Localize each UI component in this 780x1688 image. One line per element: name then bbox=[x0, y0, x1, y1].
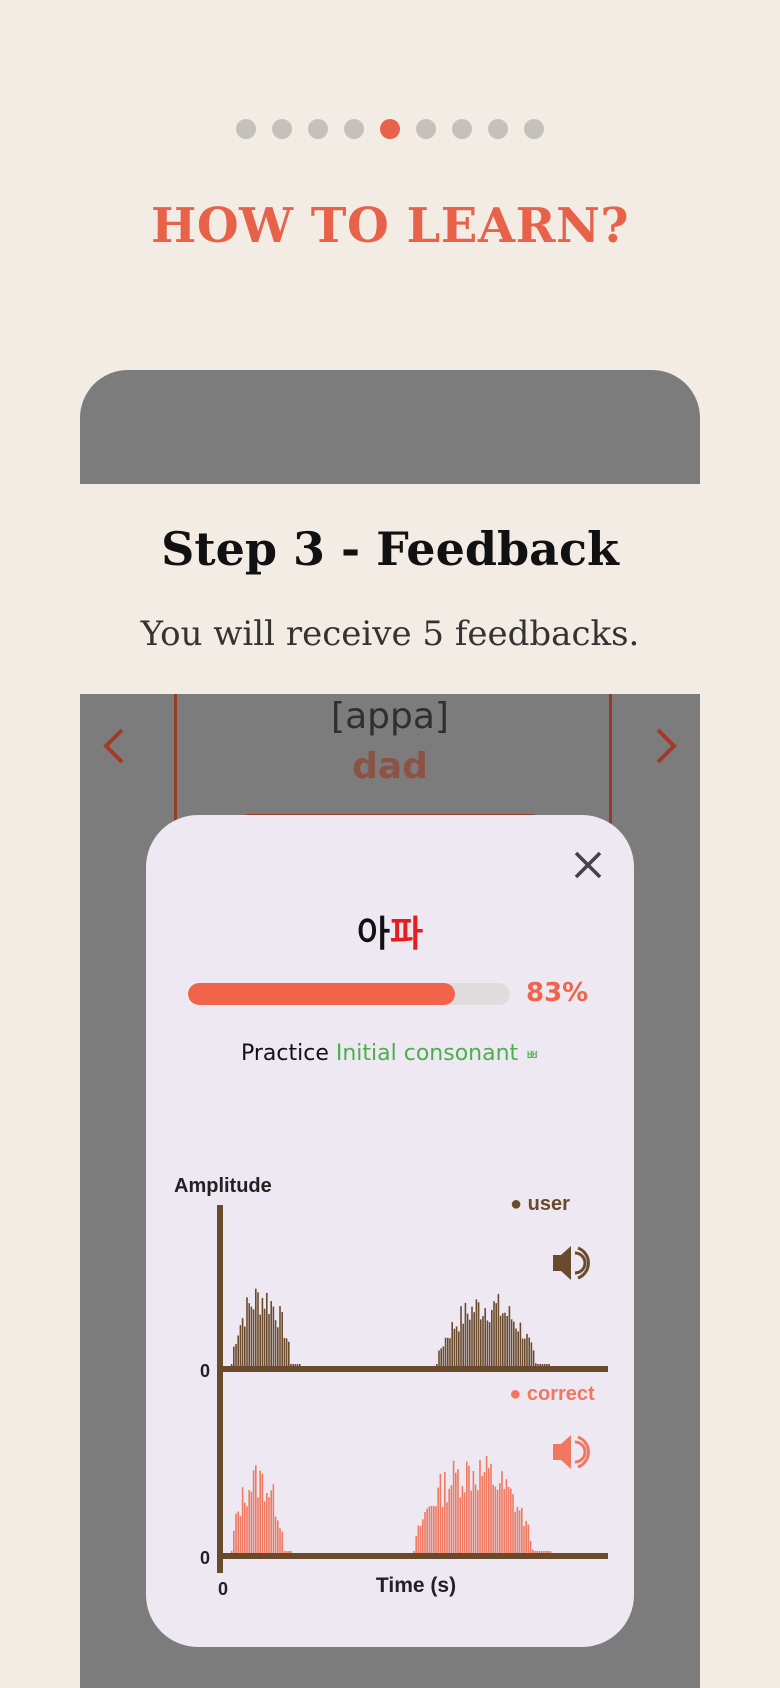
pagination-dot[interactable] bbox=[272, 119, 292, 139]
phone-mockup-top bbox=[80, 370, 700, 484]
pagination-dot[interactable] bbox=[380, 119, 400, 139]
step-title: Step 3 - Feedback bbox=[161, 522, 619, 576]
pagination-dots bbox=[236, 119, 544, 139]
word-syllable-2: 파 bbox=[390, 914, 424, 955]
practice-hint: Practice Initial consonant ㅃ bbox=[146, 1041, 634, 1066]
practice-target: Initial consonant bbox=[335, 1041, 519, 1066]
legend-correct: ● correct bbox=[509, 1383, 595, 1405]
next-button[interactable] bbox=[646, 716, 686, 776]
user-y-tick: 0 bbox=[200, 1361, 210, 1381]
chevron-left-icon bbox=[103, 728, 124, 764]
score-progress-bar bbox=[188, 983, 510, 1005]
pagination-dot[interactable] bbox=[452, 119, 472, 139]
page-title: HOW TO LEARN? bbox=[151, 198, 629, 254]
close-button[interactable] bbox=[568, 845, 608, 885]
practice-jamo: ㅃ bbox=[525, 1046, 539, 1064]
waveform-chart: Amplitude ● user ● correct 0 0 0 Time (s… bbox=[174, 1175, 608, 1599]
chevron-right-icon bbox=[656, 728, 677, 764]
word-syllable-1: 아 bbox=[356, 914, 390, 955]
practice-prefix: Practice bbox=[241, 1041, 329, 1066]
y-axis-label: Amplitude bbox=[174, 1175, 272, 1197]
pagination-dot[interactable] bbox=[524, 119, 544, 139]
romanization-text: [appa] bbox=[331, 696, 449, 737]
x-axis-label: Time (s) bbox=[376, 1574, 456, 1597]
score-percent: 83% bbox=[526, 978, 589, 1008]
legend-user: ● user bbox=[510, 1193, 570, 1215]
pagination-dot[interactable] bbox=[236, 119, 256, 139]
pagination-dot[interactable] bbox=[308, 119, 328, 139]
correct-y-tick: 0 bbox=[200, 1548, 210, 1568]
waveform-group bbox=[230, 1288, 552, 1553]
pagination-dot[interactable] bbox=[488, 119, 508, 139]
step-description: You will receive 5 feedbacks. bbox=[140, 614, 640, 654]
pagination-dot[interactable] bbox=[344, 119, 364, 139]
score-progress-fill bbox=[188, 983, 456, 1005]
correct-speaker-icon[interactable] bbox=[553, 1435, 590, 1469]
x-tick: 0 bbox=[218, 1579, 228, 1599]
previous-button[interactable] bbox=[94, 716, 134, 776]
feedback-modal: 아파 83% Practice Initial consonant ㅃ Ampl… bbox=[146, 815, 634, 1647]
close-icon bbox=[574, 851, 602, 879]
meaning-text: dad bbox=[352, 746, 428, 787]
user-speaker-icon[interactable] bbox=[553, 1246, 590, 1280]
pagination-dot[interactable] bbox=[416, 119, 436, 139]
korean-word: 아파 bbox=[146, 905, 634, 957]
